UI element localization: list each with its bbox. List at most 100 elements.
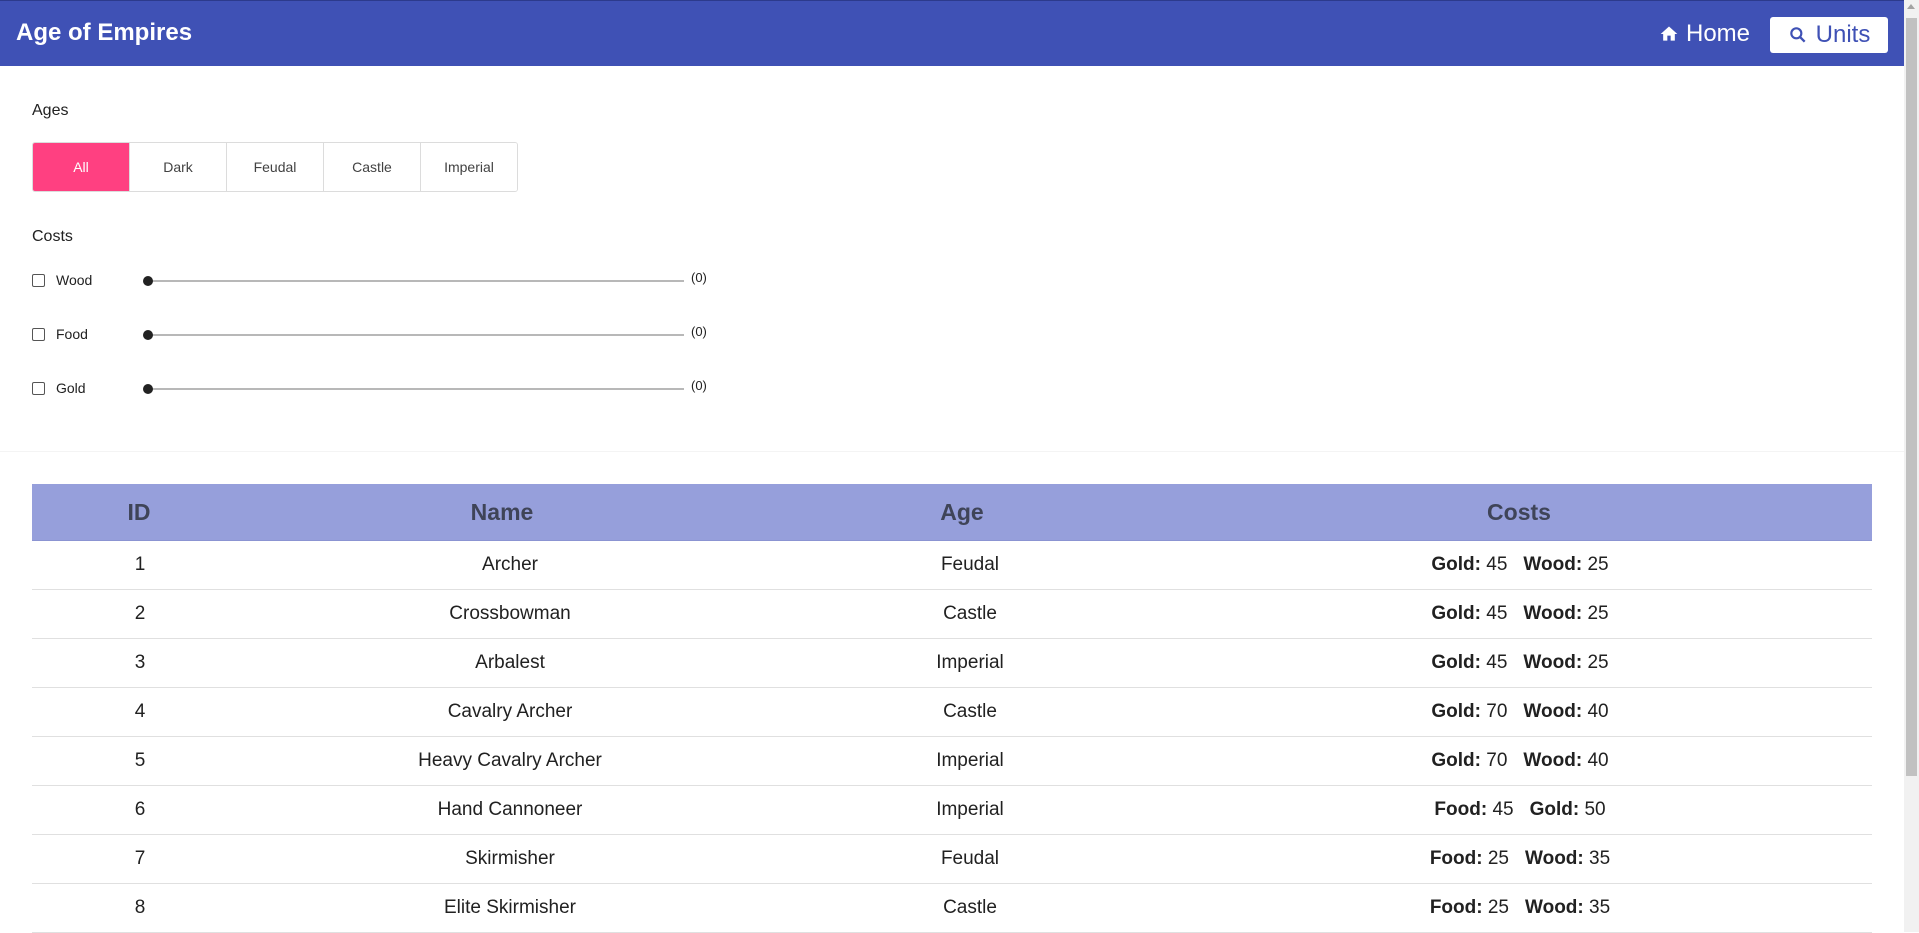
cell-id: 1 (134, 554, 146, 575)
cost-entry: Gold: 70 (1431, 750, 1507, 772)
header-age[interactable]: Age (758, 484, 1166, 540)
cost-entry: Gold: 50 (1530, 799, 1606, 821)
cost-entry: Wood: 25 (1523, 652, 1608, 674)
cost-slider-track[interactable] (148, 334, 684, 336)
cost-filter-gold: Gold (0) (32, 377, 732, 401)
cost-slider-value: (0) (691, 324, 707, 339)
cell-name: Heavy Cavalry Archer (418, 750, 602, 771)
ages-toggle-group: All Dark Feudal Castle Imperial (32, 142, 518, 192)
header-name[interactable]: Name (246, 484, 758, 540)
cell-name: Archer (482, 554, 538, 575)
cost-key: Wood: (1523, 750, 1583, 771)
home-nav-button[interactable]: Home (1658, 18, 1750, 50)
cost-entry: Wood: 35 (1525, 897, 1610, 919)
cost-entry: Wood: 35 (1525, 848, 1610, 870)
cell-age: Imperial (936, 799, 1004, 820)
cell-name: Arbalest (475, 652, 545, 673)
cell-costs: Gold: 45 Wood: 25 (1168, 603, 1872, 625)
cost-value: 70 (1486, 750, 1508, 771)
header-id[interactable]: ID (32, 484, 246, 540)
cell-costs: Food: 25 Wood: 35 (1168, 848, 1872, 870)
cell-costs: Gold: 45 Wood: 25 (1168, 652, 1872, 674)
cost-key: Gold: (1431, 750, 1481, 771)
cell-age: Castle (943, 603, 997, 624)
scrollbar-thumb[interactable] (1906, 18, 1917, 776)
cost-value: 40 (1587, 701, 1609, 722)
cost-key: Wood: (1525, 848, 1584, 869)
cell-id: 6 (134, 799, 146, 820)
age-toggle-feudal[interactable]: Feudal (227, 143, 324, 191)
cost-entry: Wood: 40 (1523, 750, 1608, 772)
header-costs[interactable]: Costs (1166, 484, 1872, 540)
cell-name: Crossbowman (449, 603, 571, 624)
cost-entry: Wood: 40 (1523, 701, 1608, 723)
age-toggle-imperial[interactable]: Imperial (421, 143, 517, 191)
cost-slider-track[interactable] (148, 280, 684, 282)
table-row: 6 Hand Cannoneer Imperial Food: 45 Gold: 50 (32, 786, 1872, 835)
cost-checkbox-food[interactable] (32, 328, 45, 341)
cell-id: 3 (134, 652, 146, 673)
cost-value: 25 (1487, 848, 1509, 869)
cost-slider-thumb[interactable] (143, 384, 153, 394)
cost-checkbox-wood[interactable] (32, 274, 45, 287)
cost-key: Gold: (1431, 554, 1481, 575)
cell-costs: Gold: 70 Wood: 40 (1168, 750, 1872, 772)
table-row: 2 Crossbowman Castle Gold: 45 Wood: 25 (32, 590, 1872, 639)
cost-value: 35 (1589, 897, 1611, 918)
table-row: 3 Arbalest Imperial Gold: 45 Wood: 25 (32, 639, 1872, 688)
cell-age: Feudal (940, 848, 1000, 869)
scroll-up-arrow-icon[interactable] (1907, 4, 1915, 9)
cost-value: 45 (1486, 603, 1508, 624)
page-scrollbar[interactable] (1904, 0, 1919, 932)
cell-age: Imperial (936, 750, 1004, 771)
cost-entry: Food: 45 (1434, 799, 1513, 821)
cost-key: Wood: (1523, 701, 1583, 722)
cell-id: 4 (134, 701, 146, 722)
cell-costs: Food: 25 Wood: 35 (1168, 897, 1872, 919)
cost-key: Wood: (1523, 603, 1583, 624)
cost-entry: Food: 25 (1430, 848, 1509, 870)
cost-value: 25 (1587, 652, 1609, 673)
units-nav-button[interactable]: Units (1770, 17, 1888, 53)
cost-entry: Food: 25 (1430, 897, 1509, 919)
cell-name: Cavalry Archer (447, 701, 573, 722)
cell-id: 8 (134, 897, 146, 918)
cost-value: 45 (1486, 554, 1508, 575)
home-nav-label: Home (1686, 20, 1751, 47)
cost-slider-track[interactable] (148, 388, 684, 390)
home-icon (1660, 26, 1678, 41)
cost-key: Food: (1434, 799, 1488, 820)
cost-entry: Gold: 45 (1431, 603, 1507, 625)
cost-slider-thumb[interactable] (143, 330, 153, 340)
cell-name: Skirmisher (465, 848, 555, 869)
app-title[interactable]: Age of Empires (16, 19, 192, 47)
cost-slider-thumb[interactable] (143, 276, 153, 286)
table-header-row: ID Name Age Costs (32, 484, 1872, 541)
cost-key: Gold: (1431, 603, 1481, 624)
cost-label: Wood (56, 272, 93, 288)
cell-id: 2 (134, 603, 146, 624)
cost-key: Gold: (1431, 701, 1481, 722)
cost-entry: Wood: 25 (1523, 603, 1608, 625)
cell-age: Castle (943, 701, 997, 722)
units-table: ID Name Age Costs 1 Archer Feudal Gold: 45 W… (32, 484, 1872, 933)
search-icon (1789, 27, 1806, 43)
cost-value: 45 (1492, 799, 1514, 820)
cell-age: Feudal (940, 554, 1000, 575)
units-nav-label: Units (1815, 21, 1871, 48)
cost-value: 40 (1587, 750, 1609, 771)
cost-checkbox-gold[interactable] (32, 382, 45, 395)
table-row: 1 Archer Feudal Gold: 45 Wood: 25 (32, 541, 1872, 590)
table-body: 1 Archer Feudal Gold: 45 Wood: 25 2 Crossbowma… (32, 541, 1872, 933)
age-toggle-dark[interactable]: Dark (130, 143, 227, 191)
section-divider (0, 451, 1904, 452)
cost-key: Wood: (1523, 652, 1583, 673)
age-toggle-castle[interactable]: Castle (324, 143, 421, 191)
app-bar: Age of Empires Home Units (0, 0, 1904, 66)
age-toggle-all[interactable]: All (33, 143, 130, 191)
cost-value: 25 (1587, 603, 1609, 624)
cost-entry: Gold: 45 (1431, 554, 1507, 576)
cost-label: Food (56, 326, 88, 342)
table-row: 4 Cavalry Archer Castle Gold: 70 Wood: 40 (32, 688, 1872, 737)
cost-slider-value: (0) (691, 270, 707, 285)
